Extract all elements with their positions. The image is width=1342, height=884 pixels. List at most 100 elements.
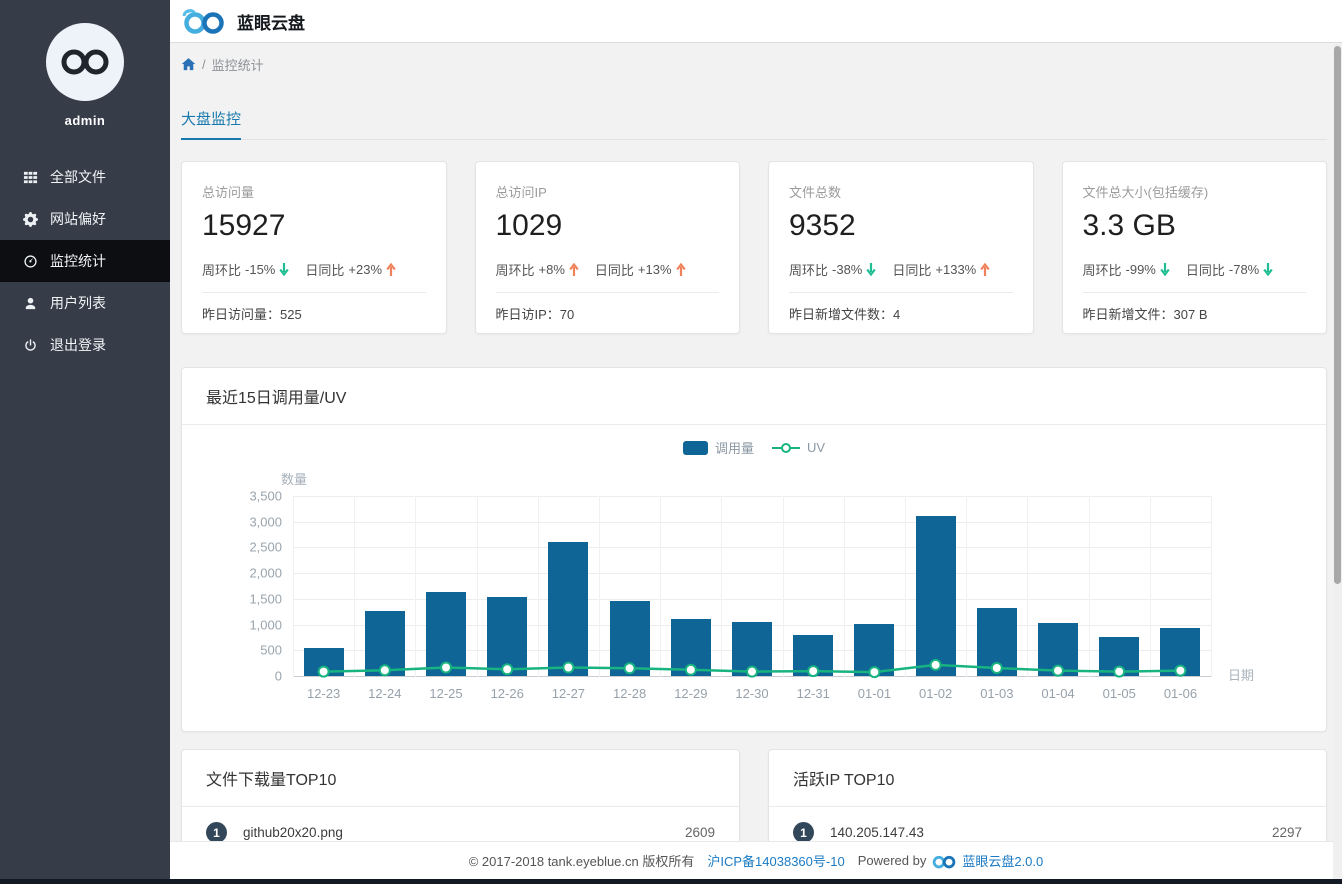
uv-point-12-30[interactable] (746, 665, 758, 678)
arrow-down-icon (866, 263, 877, 276)
grid-icon (22, 169, 38, 185)
uv-point-12-23[interactable] (317, 665, 330, 678)
arrow-down-icon (1160, 263, 1170, 276)
uv-point-12-28[interactable] (623, 662, 636, 675)
uv-point-12-31[interactable] (807, 665, 820, 678)
y-tick: 1,500 (249, 591, 282, 607)
uv-point-01-01[interactable] (868, 666, 881, 679)
tab-bar: 大盘监控 (181, 108, 1327, 140)
chart-card: 最近15日调用量/UV 调用量 UV 数量 日期 3,500 3,000 2,500… (181, 367, 1327, 732)
stat-card-total-ips: 总访问IP 1029 周环比 +8% 日同比 +13% 昨日访IP：70 (474, 161, 740, 334)
stat-label: 总访问量 (202, 185, 255, 200)
x-tick: 01-03 (980, 686, 1014, 701)
product-link[interactable]: 蓝眼云盘2.0.0 (962, 851, 1043, 870)
x-tick: 12-27 (551, 686, 586, 701)
sidebar-username: admin (64, 113, 106, 128)
main-content: / 监控统计 大盘监控 总访问量 15927 周环比-15% 日同比+23% (170, 43, 1342, 884)
x-tick: 12-30 (735, 686, 769, 701)
chart-legend: 调用量 UV (182, 438, 1326, 457)
sidebar-item-all-files[interactable]: 全部文件 (0, 156, 170, 198)
x-tick: 12-31 (796, 686, 830, 701)
x-tick: 12-23 (306, 686, 341, 701)
uv-point-01-05[interactable] (1113, 665, 1126, 678)
week-trend: 周环比 +8% (496, 260, 579, 279)
breadcrumb: / 监控统计 (181, 55, 1327, 74)
list-title: 活跃IP TOP10 (769, 750, 1326, 807)
stat-label: 文件总大小(包括缓存) (1082, 185, 1209, 200)
stat-cards-row: 总访问量 15927 周环比 -15% 日同比 +23% 昨日访问量：525 总访问 (181, 161, 1327, 334)
stat-value: 1029 (495, 209, 563, 242)
footer: © 2017-2018 tank.eyeblue.cn 版权所有 沪ICP备14… (170, 841, 1342, 879)
arrow-down-icon (279, 263, 290, 276)
bottom-strip (0, 879, 1342, 884)
uv-point-12-24[interactable] (378, 664, 391, 677)
arrow-up-icon (386, 263, 396, 276)
stat-card-total-visits: 总访问量 15927 周环比 -15% 日同比 +23% 昨日访问量：525 (181, 161, 447, 334)
sidebar: admin 全部文件 网站偏好 监控统计 用户列表 退出登录 (0, 0, 170, 884)
week-trend: 周环比 -15% (202, 260, 290, 279)
arrow-down-icon (1263, 263, 1273, 276)
uv-point-12-27[interactable] (562, 661, 575, 674)
avatar[interactable] (46, 23, 124, 101)
app-window: admin 全部文件 网站偏好 监控统计 用户列表 退出登录 蓝眼云盘 / 监控… (0, 0, 1342, 884)
gear-icon (22, 211, 38, 227)
uv-point-12-25[interactable] (440, 661, 452, 674)
x-tick: 01-01 (857, 686, 892, 701)
stat-label: 总访问IP (495, 185, 547, 200)
x-tick: 12-24 (368, 686, 402, 701)
y-tick: 1,000 (249, 617, 282, 633)
stat-footer: 昨日新增文件：307 B (1082, 307, 1208, 322)
x-tick: 01-04 (1041, 686, 1075, 701)
stat-footer: 昨日访IP：70 (495, 307, 575, 322)
day-trend: 日同比 +133% (892, 260, 990, 279)
home-icon[interactable] (181, 57, 196, 72)
y-tick: 2,500 (249, 539, 282, 555)
uv-point-01-03[interactable] (990, 662, 1003, 674)
sidebar-item-logout[interactable]: 退出登录 (0, 324, 170, 366)
uv-point-01-02[interactable] (929, 658, 942, 671)
uv-line (317, 658, 1187, 679)
legend-item-bar[interactable]: 调用量 (682, 438, 754, 457)
stat-footer: 昨日新增文件数：4 (789, 307, 901, 322)
brand-logo-icon (182, 9, 224, 34)
day-trend: 日同比 -78% (1186, 260, 1273, 279)
bar-swatch (682, 440, 708, 455)
footer-logo-icon (933, 855, 956, 868)
stat-label: 文件总数 (789, 185, 842, 200)
stat-value: 9352 (789, 209, 856, 242)
stat-card-total-files: 文件总数 9352 周环比 -38% 日同比 +133% 昨日新增文件数：4 (768, 161, 1034, 334)
app-title: 蓝眼云盘 (237, 13, 305, 33)
list-title: 文件下载量TOP10 (182, 750, 739, 807)
scrollbar-thumb[interactable] (1334, 46, 1341, 584)
dashboard-icon (22, 253, 38, 269)
chart-plot-area: 日期 3,500 3,000 2,500 2,000 1,500 1,000 500 0 12-… (249, 489, 1254, 702)
item-name: github20x20.png (243, 825, 343, 840)
y-tick: 3,000 (249, 514, 282, 530)
sidebar-item-label: 网站偏好 (50, 211, 106, 227)
stat-value: 3.3 GB (1082, 209, 1176, 242)
sidebar-item-label: 用户列表 (50, 295, 106, 311)
arrow-up-icon (675, 263, 686, 276)
stat-card-total-size: 文件总大小(包括缓存) 3.3 GB 周环比 -99% 日同比 -78% 昨日新增文… (1061, 161, 1327, 334)
logo-infinity-icon (61, 49, 109, 75)
day-trend: 日同比 +13% (595, 260, 686, 279)
tab-dashboard-monitor[interactable]: 大盘监控 (181, 108, 242, 140)
uv-point-12-26[interactable] (501, 663, 514, 676)
app-header: 蓝眼云盘 (170, 0, 1342, 43)
rank-badge: 1 (793, 822, 814, 843)
uv-point-12-29[interactable] (684, 663, 697, 676)
stat-value: 15927 (202, 209, 286, 242)
sidebar-item-monitor-stats[interactable]: 监控统计 (0, 240, 170, 282)
legend-item-uv[interactable]: UV (771, 440, 825, 455)
uv-point-01-06[interactable] (1174, 664, 1187, 677)
sidebar-item-preferences[interactable]: 网站偏好 (0, 198, 170, 240)
x-tick: 12-29 (674, 686, 708, 701)
x-tick: 01-05 (1102, 686, 1136, 701)
icp-link[interactable]: 沪ICP备14038360号-10 (707, 851, 844, 870)
rank-badge: 1 (206, 822, 227, 843)
user-icon (22, 295, 38, 311)
uv-point-01-04[interactable] (1052, 664, 1064, 677)
vertical-scrollbar[interactable] (1333, 44, 1342, 879)
sidebar-item-user-list[interactable]: 用户列表 (0, 282, 170, 324)
item-name: 140.205.147.43 (830, 825, 924, 840)
